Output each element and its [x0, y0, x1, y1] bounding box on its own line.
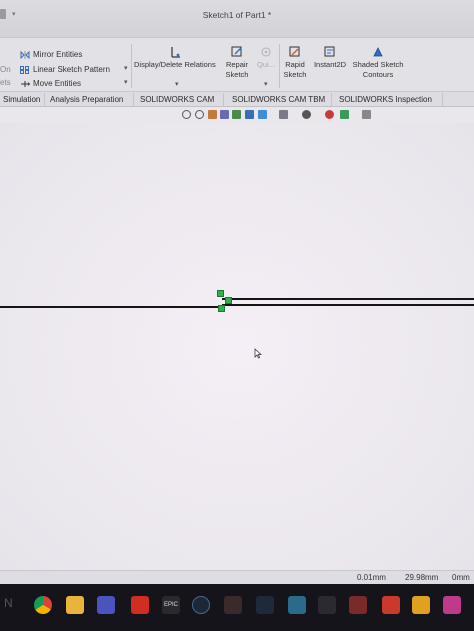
chevron-down-icon[interactable]: ▾ [264, 80, 268, 88]
zoom-to-area-icon[interactable] [195, 110, 204, 119]
tab-solidworks-cam[interactable]: SOLIDWORKS CAM [137, 93, 224, 107]
app-icon[interactable] [256, 596, 274, 614]
shaded-sketch-contours-button[interactable]: Shaded Sketch Contours [351, 46, 405, 80]
status-value-1: 0.01mm [357, 573, 386, 582]
tab-analysis-preparation[interactable]: Analysis Preparation [47, 93, 134, 107]
rapid-sketch-icon [289, 46, 301, 58]
edit-appearance-icon[interactable] [302, 110, 311, 119]
instant2d-label: Instant2D [313, 60, 347, 69]
command-manager-ribbon: On ets Mirror Entities Linear Sketch Pat… [0, 38, 474, 92]
dynamic-annotation-icon[interactable] [232, 110, 241, 119]
tab-simulation[interactable]: Simulation [0, 93, 45, 107]
acrobat-icon[interactable] [131, 596, 149, 614]
ribbon-divider [131, 44, 132, 88]
windows-taskbar: N EPIC [0, 584, 474, 631]
shaded-sketch-label-line2: Contours [362, 70, 394, 79]
rapid-sketch-label-line2: Sketch [283, 70, 307, 79]
ribbon-divider [279, 44, 280, 88]
status-value-2: 29.98mm [405, 573, 439, 582]
display-style-icon[interactable] [258, 110, 267, 119]
file-explorer-icon[interactable] [66, 596, 84, 614]
instant2d-button[interactable]: Instant2D [311, 46, 349, 70]
view-settings-icon[interactable] [340, 110, 349, 119]
chevron-down-icon[interactable]: ▾ [175, 80, 179, 88]
repair-sketch-icon [231, 46, 243, 58]
shaded-sketch-label-line1: Shaded Sketch [352, 60, 404, 69]
partial-label: On [0, 65, 11, 74]
epic-games-icon[interactable]: EPIC [162, 596, 180, 614]
display-delete-relations-button[interactable]: Display/Delete Relations [134, 46, 216, 70]
repair-sketch-label-line1: Repair [225, 60, 249, 69]
previous-view-icon[interactable] [208, 110, 217, 119]
zoom-to-fit-icon[interactable] [182, 110, 191, 119]
display-delete-relations-label: Display/Delete Relations [134, 60, 216, 69]
linear-pattern-icon [20, 65, 30, 74]
app-icon[interactable] [224, 596, 242, 614]
monitor-icon[interactable] [362, 110, 371, 119]
move-entities-label: Move Entities [33, 79, 82, 88]
graphics-area[interactable] [0, 123, 474, 570]
status-bar: 0.01mm 29.98mm 0mm [0, 570, 474, 584]
hide-show-items-icon[interactable] [279, 110, 288, 119]
app-icon[interactable] [412, 596, 430, 614]
linear-sketch-pattern-label: Linear Sketch Pattern [33, 65, 110, 74]
sketch-line[interactable] [222, 298, 474, 300]
app-icon[interactable] [382, 596, 400, 614]
app-icon[interactable] [349, 596, 367, 614]
sketch-line[interactable] [222, 304, 474, 306]
mirror-entities-label: Mirror Entities [33, 50, 83, 59]
move-entities-button[interactable]: Move Entities [20, 79, 81, 88]
tab-solidworks-cam-tbm[interactable]: SOLIDWORKS CAM TBM [229, 93, 332, 107]
teams-icon[interactable] [97, 596, 115, 614]
chevron-down-icon[interactable]: ▾ [124, 64, 128, 72]
section-view-icon[interactable] [220, 110, 229, 119]
mirror-icon [20, 50, 30, 59]
shaded-sketch-icon [372, 46, 384, 58]
start-icon[interactable]: N [4, 596, 22, 614]
repair-sketch-label-line2: Sketch [225, 70, 249, 79]
mouse-cursor-icon [254, 348, 262, 359]
quick-snaps-button[interactable]: Qui... [256, 46, 276, 70]
command-manager-tabs: Simulation Analysis Preparation SOLIDWOR… [0, 92, 474, 107]
instant2d-icon [324, 46, 336, 58]
status-value-3: 0mm [452, 573, 470, 582]
window-title: Sketch1 of Part1 * [202, 10, 272, 20]
repair-sketch-button[interactable]: Repair Sketch [224, 46, 250, 80]
relations-icon [169, 46, 181, 58]
partial-label: ets [0, 78, 11, 87]
heads-up-view-toolbar [0, 107, 474, 123]
sketch-point[interactable] [217, 290, 224, 297]
chevron-down-icon[interactable]: ▾ [124, 78, 128, 86]
chrome-icon[interactable] [34, 596, 52, 614]
tab-solidworks-inspection[interactable]: SOLIDWORKS Inspection [336, 93, 443, 107]
quick-snaps-icon [260, 46, 272, 58]
sketch-point[interactable] [218, 305, 225, 312]
sketch-point[interactable] [225, 297, 232, 304]
app-icon[interactable] [288, 596, 306, 614]
rapid-sketch-button[interactable]: Rapid Sketch [282, 46, 308, 80]
steam-icon[interactable] [192, 596, 210, 614]
epic-games-label: EPIC [163, 602, 178, 608]
title-bar: ▾ Sketch1 of Part1 * [0, 0, 474, 38]
quick-snaps-label: Qui... [257, 60, 275, 69]
linear-sketch-pattern-button[interactable]: Linear Sketch Pattern [20, 65, 110, 74]
view-orientation-icon[interactable] [245, 110, 254, 119]
apply-scene-icon[interactable] [325, 110, 334, 119]
app-icon[interactable] [443, 596, 461, 614]
rapid-sketch-label-line1: Rapid [285, 60, 305, 69]
sketch-line[interactable] [0, 306, 220, 308]
mirror-entities-button[interactable]: Mirror Entities [20, 50, 82, 59]
move-icon [20, 80, 31, 88]
word-icon[interactable] [318, 596, 336, 614]
